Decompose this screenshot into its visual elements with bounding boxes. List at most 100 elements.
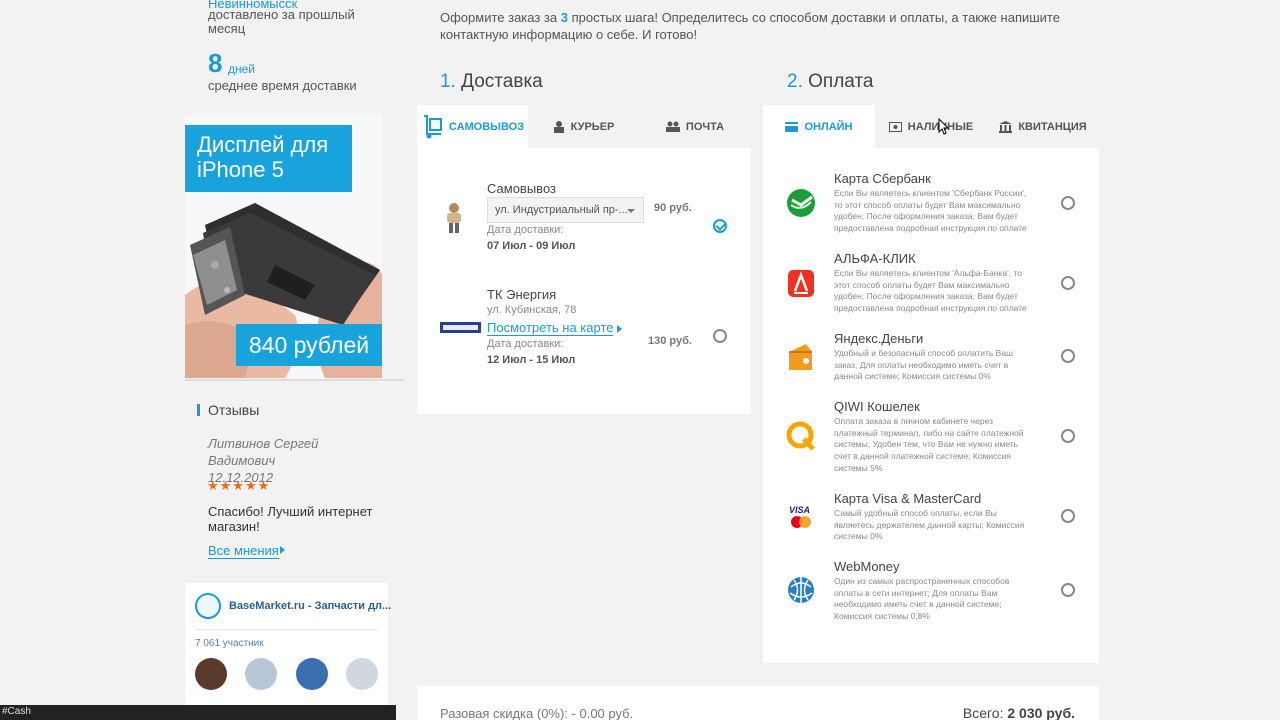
payment-step-num: 2. [787, 71, 803, 92]
vk-member-count[interactable]: 7 061 участник [195, 638, 264, 649]
webmoney-icon [786, 575, 816, 605]
alfa-bank-icon [786, 269, 816, 299]
payment-radio[interactable] [1061, 276, 1075, 290]
tab-online-label: ОНЛАЙН [804, 120, 853, 133]
promo-price: 840 рублей [236, 324, 382, 366]
payment-method-name: АЛЬФА-КЛИК [834, 251, 916, 266]
payment-radio[interactable] [1061, 583, 1075, 597]
delivery-date: 07 Июл - 09 Июл [487, 240, 576, 252]
credit-card-icon [785, 121, 799, 132]
delivery-panel [417, 148, 751, 414]
divider [195, 629, 378, 630]
payment-panel: Карта Сбербанк Если Вы являетесь клиенто… [763, 148, 1099, 663]
stats-days-number: 8 [208, 48, 223, 78]
payment-tabs: ОНЛАЙН НАЛИЧНЫЕ КВИТАНЦИЯ [763, 105, 1099, 148]
tab-mail[interactable]: ПОЧТА [639, 105, 751, 148]
reviews-marker [197, 404, 200, 416]
chevron-right-icon [280, 546, 285, 554]
payment-radio[interactable] [1061, 196, 1075, 210]
review-stars-icon: ★★★★★ [207, 478, 271, 493]
group-logo-icon [195, 593, 221, 619]
users-icon [665, 121, 680, 132]
pickup-address-value: ул. Индустриальный пр-... [495, 204, 628, 216]
sberbank-icon [786, 188, 816, 218]
delivery-date: 12 Июл - 15 Июл [487, 354, 576, 366]
payment-method-desc: Удобный и безопасный способ оплатить Ваш… [834, 348, 1013, 382]
stats-delivered-caption: доставлено за прошлый месяц [208, 7, 355, 36]
tab-receipt[interactable]: КВИТАНЦИЯ [987, 105, 1099, 148]
promo-banner[interactable]: Дисплей для iPhone 5 840 рублей [185, 115, 382, 378]
delivery-date-label: Дата доставки: [487, 224, 564, 236]
promo-title: Дисплей для iPhone 5 [185, 125, 352, 192]
delivery-tabs: САМОВЫВОЗ КУРЬЕР ПОЧТА [417, 105, 751, 148]
tab-courier-label: КУРЬЕР [570, 120, 615, 133]
delivery-radio[interactable] [713, 329, 727, 343]
member-avatar[interactable] [195, 658, 227, 690]
total: Всего: 2 030 руб. [963, 705, 1075, 720]
payment-method-desc: Самый удобный способ оплаты, если Вы явл… [834, 508, 1025, 542]
payment-radio[interactable] [1061, 349, 1075, 363]
total-value: 2 030 руб. [1007, 705, 1075, 720]
intro-steps: 3 [560, 10, 568, 25]
tab-cash[interactable]: НАЛИЧНЫЕ [875, 105, 987, 148]
total-label: Всего: [962, 705, 1004, 720]
all-reviews-link[interactable]: Все мнения [208, 543, 279, 559]
payment-method-desc: Оплата заказа в личном кабинете через пл… [834, 416, 1024, 473]
delivery-heading: 1. Доставка [440, 71, 543, 93]
delivery-step-title: Доставка [461, 71, 543, 92]
status-bar: #Cash [0, 705, 396, 720]
delivery-address: ул. Кубинская, 78 [487, 304, 577, 316]
courier-icon [553, 120, 564, 133]
stats-days-caption: среднее время доставки [208, 78, 357, 93]
tab-mail-label: ПОЧТА [685, 120, 725, 133]
qiwi-icon [786, 421, 816, 451]
view-on-map-link[interactable]: Посмотреть на карте [487, 320, 614, 336]
tab-online[interactable]: ОНЛАЙН [763, 105, 875, 148]
payment-method-name: Карта Сбербанк [834, 171, 931, 186]
review-author-name: Литвинов Сергей Вадимович [208, 436, 319, 468]
energia-logo-icon [440, 322, 481, 333]
member-avatar[interactable] [296, 658, 328, 690]
chevron-down-icon [627, 209, 635, 213]
chevron-right-icon [617, 325, 622, 333]
hand-truck-icon [423, 114, 442, 138]
member-avatar[interactable] [245, 658, 277, 690]
delivery-price: 90 руб. [654, 202, 692, 214]
reviews-title: Отзывы [208, 402, 260, 418]
intro-text: Оформите заказ за 3 простых шага! Опреде… [440, 9, 1100, 43]
divider [185, 379, 404, 381]
delivery-option-name: Самовывоз [487, 181, 556, 196]
money-icon [888, 121, 902, 132]
pickup-man-icon [447, 203, 461, 233]
payment-method-name: Карта Visa & MasterCard [834, 491, 982, 506]
member-avatar[interactable] [346, 658, 378, 690]
pickup-address-select[interactable]: ул. Индустриальный пр-... [487, 197, 644, 223]
mouse-cursor-icon [938, 118, 950, 135]
intro-before: Оформите заказ за [440, 10, 561, 25]
tab-pickup[interactable]: САМОВЫВОЗ [417, 105, 528, 148]
svg-text:VISA: VISA [789, 505, 810, 515]
delivery-radio-selected[interactable] [713, 219, 727, 233]
payment-method-desc: Один из самых распространенных способов … [834, 576, 1010, 622]
tab-pickup-label: САМОВЫВОЗ [448, 120, 525, 133]
payment-step-title: Оплата [808, 71, 874, 92]
payment-radio[interactable] [1061, 429, 1075, 443]
tab-courier[interactable]: КУРЬЕР [528, 105, 639, 148]
stats-days-word: дней [228, 62, 256, 76]
payment-method-name: QIWI Кошелек [834, 399, 920, 414]
payment-method-name: Яндекс.Деньги [834, 331, 924, 346]
delivery-date-label: Дата доставки: [487, 338, 564, 350]
vk-group-name[interactable]: BaseMarket.ru - Запчасти дл... [229, 600, 391, 612]
payment-method-name: WebMoney [834, 559, 900, 574]
delivery-price: 130 руб. [648, 335, 692, 347]
payment-radio[interactable] [1061, 509, 1075, 523]
payment-method-desc: Если Вы являетесь клиентом 'Альфа-Банка'… [834, 268, 1027, 314]
order-summary-bar: Разовая скидка (0%): - 0.00 руб. Всего: … [417, 686, 1099, 720]
payment-method-desc: Если Вы являетесь клиентом 'Сбербанк Рос… [834, 188, 1027, 234]
yandex-money-icon [786, 342, 816, 372]
tab-receipt-label: КВИТАНЦИЯ [1018, 120, 1087, 133]
delivery-step-num: 1. [440, 71, 456, 92]
review-text: Спасибо! Лучший интернет магазин! [208, 504, 373, 534]
vk-group-widget: BaseMarket.ru - Запчасти дл... 7 061 уча… [185, 583, 391, 720]
bank-icon [999, 120, 1013, 133]
